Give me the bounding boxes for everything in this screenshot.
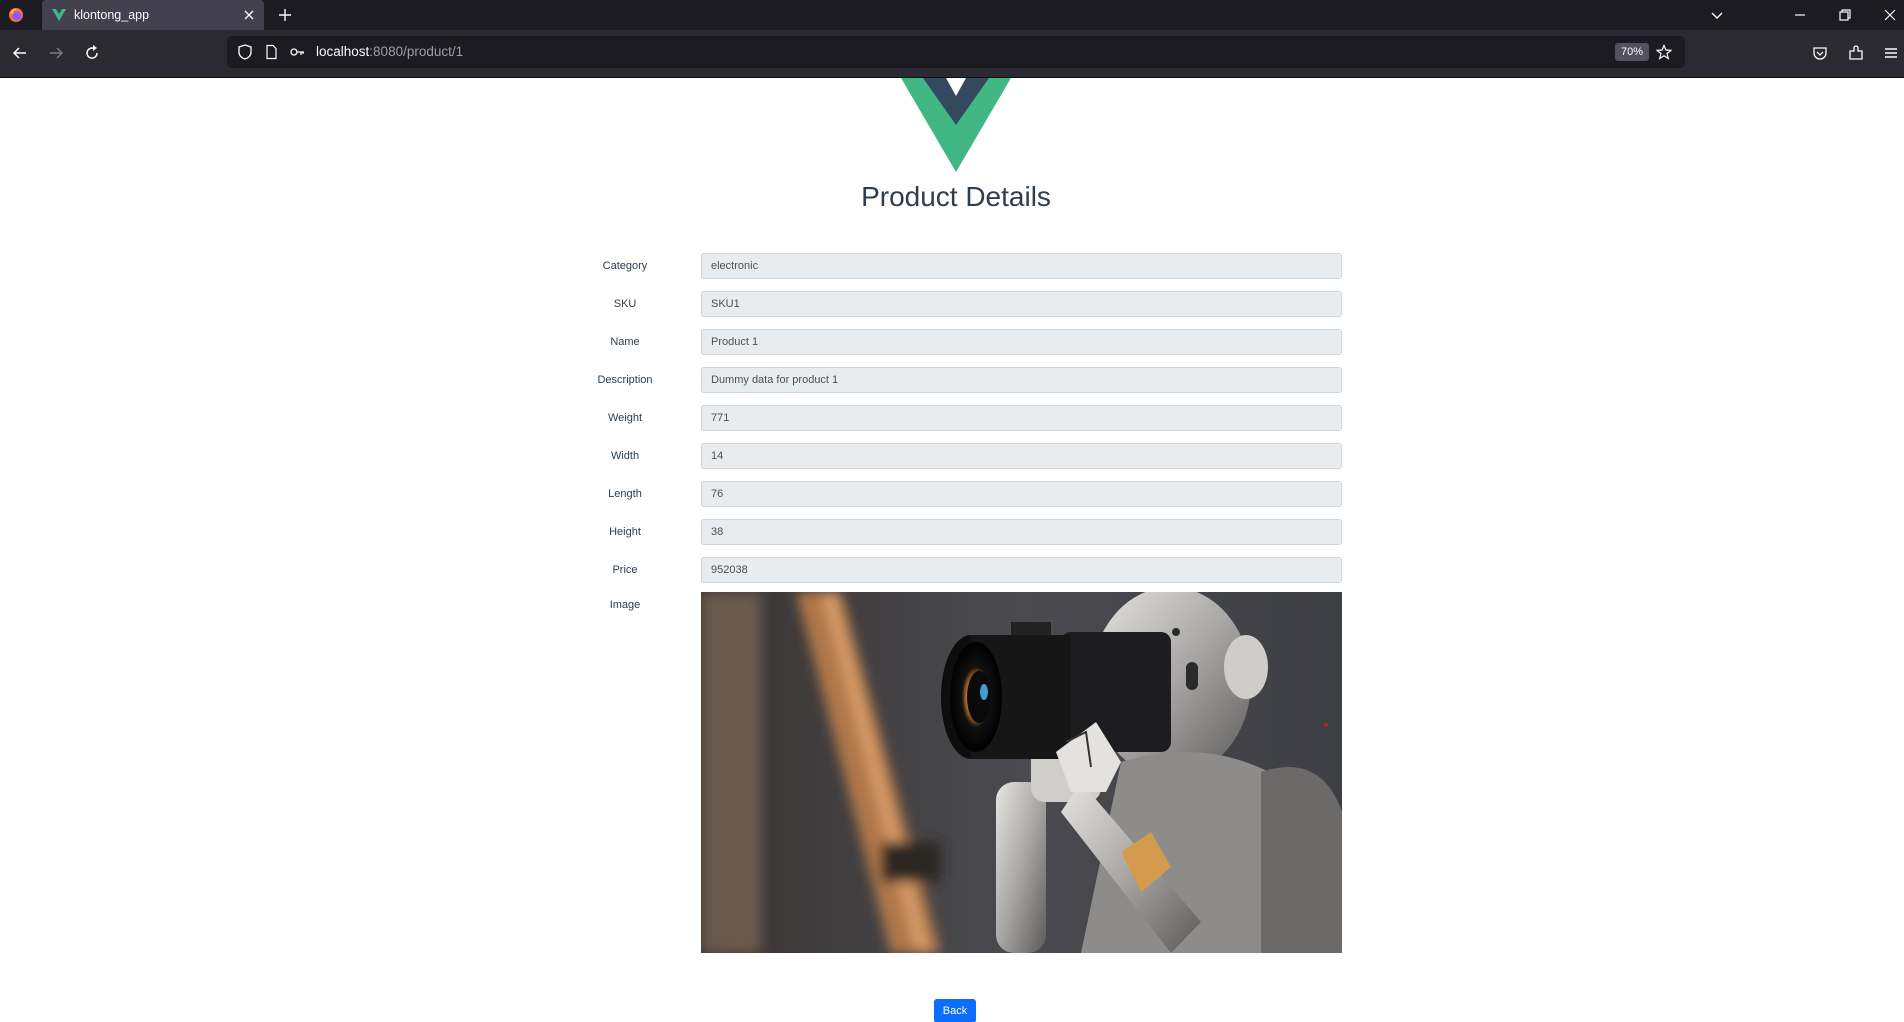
back-button[interactable]: Back	[934, 999, 976, 1022]
tab-bar: klontong_app	[0, 0, 1904, 30]
name-label: Name	[610, 336, 640, 348]
close-tab-icon[interactable]	[240, 6, 258, 24]
description-field[interactable]	[701, 367, 1342, 393]
category-label: Category	[602, 260, 648, 272]
reload-icon[interactable]	[82, 43, 102, 63]
width-field[interactable]	[701, 443, 1342, 469]
category-field[interactable]	[701, 253, 1342, 279]
forward-arrow-icon[interactable]	[46, 43, 66, 63]
form-row-width: Width	[0, 443, 1904, 471]
page-title: Product Details	[861, 181, 1051, 212]
back-arrow-icon[interactable]	[10, 43, 30, 63]
minimize-icon[interactable]	[1790, 5, 1810, 25]
weight-label: Weight	[607, 412, 643, 424]
extensions-icon[interactable]	[1847, 44, 1865, 62]
form-row-weight: Weight	[0, 405, 1904, 433]
shield-icon[interactable]	[237, 44, 253, 60]
sku-label: SKU	[613, 298, 637, 310]
url-path: :8080/product/1	[369, 44, 464, 59]
price-field[interactable]	[701, 557, 1342, 583]
page-content: Product Details Category SKU Name Descri…	[0, 78, 1904, 1022]
length-field[interactable]	[701, 481, 1342, 507]
image-label: Image	[609, 599, 641, 611]
product-image	[701, 592, 1342, 953]
firefox-icon[interactable]	[8, 7, 24, 23]
list-tabs-icon[interactable]	[1708, 6, 1726, 24]
vue-logo	[901, 78, 1011, 172]
nav-bar: localhost:8080/product/1 70%	[0, 30, 1904, 78]
sku-field[interactable]	[701, 291, 1342, 317]
form-row-price: Price	[0, 557, 1904, 585]
form-row-length: Length	[0, 481, 1904, 509]
pocket-icon[interactable]	[1811, 44, 1829, 62]
url-text[interactable]: localhost:8080/product/1	[316, 44, 463, 59]
close-window-icon[interactable]	[1880, 5, 1900, 25]
price-label: Price	[612, 564, 638, 576]
description-label: Description	[597, 374, 653, 386]
new-tab-icon[interactable]	[276, 6, 294, 24]
url-bar[interactable]: localhost:8080/product/1 70%	[227, 36, 1685, 68]
height-field[interactable]	[701, 519, 1342, 545]
length-label: Length	[608, 488, 642, 500]
key-icon[interactable]	[289, 44, 305, 60]
form-row-sku: SKU	[0, 291, 1904, 319]
page-icon[interactable]	[263, 44, 279, 60]
height-label: Height	[609, 526, 641, 538]
restore-icon[interactable]	[1835, 5, 1855, 25]
url-host: localhost	[316, 44, 370, 59]
active-tab[interactable]: klontong_app	[42, 0, 264, 30]
name-field[interactable]	[701, 329, 1342, 355]
form-row-height: Height	[0, 519, 1904, 547]
vue-favicon-icon	[52, 9, 66, 21]
zoom-level-badge[interactable]: 70%	[1615, 43, 1650, 61]
weight-field[interactable]	[701, 405, 1342, 431]
form-row-name: Name	[0, 329, 1904, 357]
width-label: Width	[610, 450, 640, 462]
tab-title: klontong_app	[74, 8, 150, 22]
form-row-category: Category	[0, 253, 1904, 281]
menu-icon[interactable]	[1882, 44, 1900, 62]
star-icon[interactable]	[1656, 44, 1672, 60]
form-row-description: Description	[0, 367, 1904, 395]
